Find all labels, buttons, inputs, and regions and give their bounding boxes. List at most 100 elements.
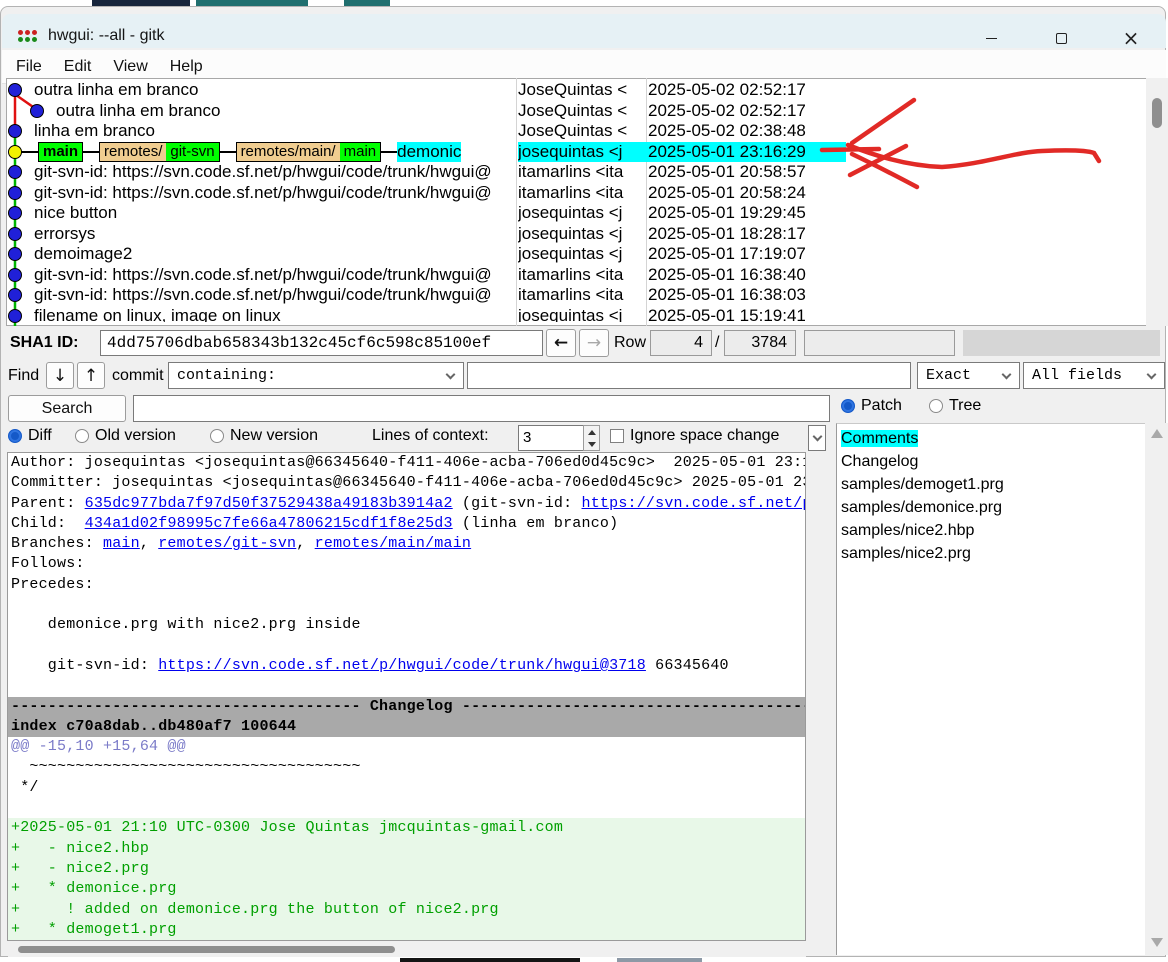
diff-text: -------------------------------------- C… xyxy=(11,698,805,715)
nav-forward-button[interactable]: → xyxy=(579,329,609,357)
commit-row[interactable]: errorsysjosequintas <j2025-05-01 18:28:1… xyxy=(8,224,848,245)
file-item[interactable]: samples/nice2.prg xyxy=(837,542,1145,565)
ref-part: remotes/main/ xyxy=(237,143,340,161)
find-next-button[interactable]: ↓ xyxy=(46,362,74,389)
spin-down-icon[interactable] xyxy=(584,438,599,450)
diff-line: @@ -15,10 +15,64 @@ xyxy=(8,737,805,757)
file-item[interactable]: Changelog xyxy=(837,450,1145,473)
commit-row[interactable]: outra linha em brancoJoseQuintas <2025-0… xyxy=(8,80,848,101)
diff-line: Branches: main, remotes/git-svn, remotes… xyxy=(8,534,805,554)
old-version-radio[interactable] xyxy=(75,429,89,443)
find-input[interactable] xyxy=(467,362,911,389)
scrollbar-thumb[interactable] xyxy=(18,946,395,953)
commit-row[interactable]: demoimage2josequintas <j2025-05-01 17:19… xyxy=(8,244,848,265)
diff-link[interactable]: remotes/main/main xyxy=(315,535,471,552)
row-total-field[interactable]: 3784 xyxy=(724,330,796,356)
nav-back-button[interactable]: ← xyxy=(546,329,576,357)
scroll-down-icon[interactable] xyxy=(1151,938,1163,947)
context-lines-input[interactable]: 3 xyxy=(518,425,584,451)
find-label: Find xyxy=(8,367,39,385)
commit-row[interactable]: git-svn-id: https://svn.code.sf.net/p/hw… xyxy=(8,162,848,183)
file-item-label: samples/demoget1.prg xyxy=(841,476,1004,493)
diff-label: Diff xyxy=(28,427,52,445)
ref-part: main xyxy=(340,143,381,161)
ignore-space-checkbox[interactable] xyxy=(610,429,624,443)
diff-text: index c70a8dab..db480af7 100644 xyxy=(11,718,296,735)
diff-text: @@ -15,10 +15,64 @@ xyxy=(11,738,186,755)
commit-row[interactable]: filename on linux, image on linuxjosequi… xyxy=(8,306,848,323)
exact-mode-dropdown[interactable]: Exact xyxy=(917,362,1020,389)
diff-text: Precedes: xyxy=(11,576,94,593)
file-item[interactable]: samples/demonice.prg xyxy=(837,496,1145,519)
diff-text: + ! added on demonice.prg the button of … xyxy=(11,901,499,918)
commit-list-scrollbar[interactable] xyxy=(1146,78,1168,326)
diff-text: demonice.prg with nice2.prg inside xyxy=(11,616,361,633)
new-version-radio[interactable] xyxy=(210,429,224,443)
commit-row[interactable]: git-svn-id: https://svn.code.sf.net/p/hw… xyxy=(8,265,848,286)
file-item[interactable]: Comments xyxy=(837,427,1145,450)
commit-row[interactable]: git-svn-id: https://svn.code.sf.net/p/hw… xyxy=(8,183,848,204)
menu-item-edit[interactable]: Edit xyxy=(53,58,103,76)
diff-link[interactable]: 434a1d02f98995c7fe66a47806215cdf1f8e25d3 xyxy=(85,515,453,532)
file-item[interactable]: samples/nice2.hbp xyxy=(837,519,1145,542)
diff-line: + - nice2.hbp xyxy=(8,839,805,859)
diff-lines: Author: josequintas <josequintas@6634564… xyxy=(8,453,805,940)
diff-text: 66345640 xyxy=(646,657,729,674)
commit-row[interactable]: git-svn-id: https://svn.code.sf.net/p/hw… xyxy=(8,285,848,306)
scrollbar-thumb[interactable] xyxy=(1152,98,1162,128)
diff-text: +2025-05-01 21:10 UTC-0300 Jose Quintas … xyxy=(11,819,563,836)
ref-part: git-svn xyxy=(166,143,218,161)
commit-date: 2025-05-01 23:16:29 xyxy=(648,142,846,163)
ref-label[interactable]: remotes/git-svn xyxy=(99,142,220,162)
find-prev-button[interactable]: ↑ xyxy=(77,362,105,389)
diff-line: */ xyxy=(8,778,805,798)
menu-item-file[interactable]: File xyxy=(5,58,53,76)
diff-line: Parent: 635dc977bda7f97d50f37529438a4918… xyxy=(8,494,805,514)
context-lines-spinner[interactable] xyxy=(583,425,600,451)
commit-subject: outra linha em branco xyxy=(34,80,198,101)
match-mode-dropdown[interactable]: containing: xyxy=(168,362,464,389)
file-item-label: samples/nice2.prg xyxy=(841,545,971,562)
commit-row[interactable]: linha em brancoJoseQuintas <2025-05-02 0… xyxy=(8,121,848,142)
menu-item-view[interactable]: View xyxy=(102,58,158,76)
search-button[interactable]: Search xyxy=(8,395,126,422)
diff-link[interactable]: remotes/git-svn xyxy=(158,535,296,552)
diff-pane[interactable]: Author: josequintas <josequintas@6634564… xyxy=(7,452,806,941)
sha1-input[interactable]: 4dd75706dbab658343b132c45cf6c598c85100ef xyxy=(100,330,543,356)
diff-line xyxy=(8,636,805,656)
tree-radio[interactable] xyxy=(929,399,943,413)
row-current-field[interactable]: 4 xyxy=(650,330,712,356)
menu-item-help[interactable]: Help xyxy=(159,58,214,76)
ref-label[interactable]: remotes/main/main xyxy=(236,142,382,162)
row-separator: / xyxy=(715,334,719,352)
diff-line: demonice.prg with nice2.prg inside xyxy=(8,615,805,635)
commit-row[interactable]: mainremotes/git-svnremotes/main/maindemo… xyxy=(8,142,848,163)
diff-line: + ! added on demonice.prg the button of … xyxy=(8,900,805,920)
chevron-down-icon xyxy=(446,370,456,380)
commit-label: commit xyxy=(112,367,164,385)
search-input[interactable] xyxy=(133,395,830,422)
commit-subject: linha em branco xyxy=(34,121,155,142)
encoding-dropdown[interactable] xyxy=(808,425,826,451)
diff-link[interactable]: main xyxy=(103,535,140,552)
patch-radio[interactable] xyxy=(841,399,855,413)
diff-link[interactable]: https://svn.code.sf.net/p/hwgui/code/tru… xyxy=(158,657,646,674)
fields-mode-dropdown[interactable]: All fields xyxy=(1023,362,1165,389)
file-list-scrollbar[interactable] xyxy=(1146,423,1168,955)
diff-radio[interactable] xyxy=(8,429,22,443)
diff-line: Precedes: xyxy=(8,575,805,595)
match-mode-value: containing: xyxy=(177,367,276,384)
ignore-space-label: Ignore space change xyxy=(630,427,779,445)
scroll-up-icon[interactable] xyxy=(1151,429,1163,438)
commit-subject: git-svn-id: https://svn.code.sf.net/p/hw… xyxy=(34,265,492,286)
commit-row[interactable]: nice buttonjosequintas <j2025-05-01 19:2… xyxy=(8,203,848,224)
file-item[interactable]: samples/demoget1.prg xyxy=(837,473,1145,496)
exact-mode-value: Exact xyxy=(926,367,971,384)
ref-label[interactable]: main xyxy=(38,142,83,162)
maximize-icon xyxy=(1056,33,1067,44)
diff-link[interactable]: 635dc977bda7f97d50f37529438a49183b3914a2 xyxy=(85,495,453,512)
spin-up-icon[interactable] xyxy=(584,426,599,438)
diff-link[interactable]: https://svn.code.sf.net/p/hwgui/code/tru… xyxy=(582,495,805,512)
diff-horizontal-scrollbar[interactable] xyxy=(8,942,806,957)
commit-row[interactable]: outra linha em brancoJoseQuintas <2025-0… xyxy=(8,101,848,122)
